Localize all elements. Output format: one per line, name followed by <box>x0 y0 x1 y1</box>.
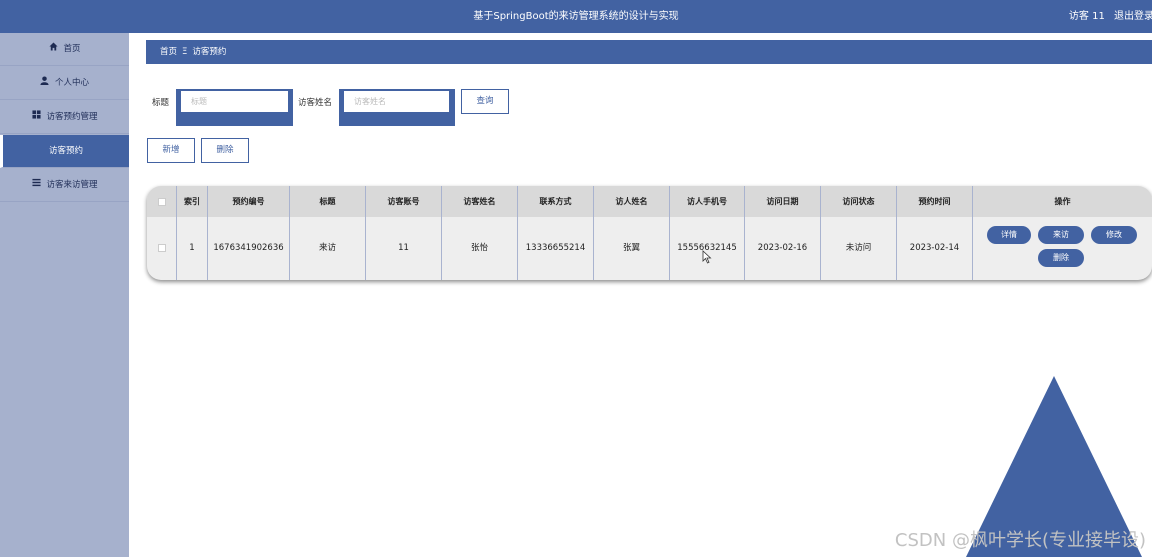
visitor-name-input-frame <box>339 89 455 126</box>
cell-visitor-account: 11 <box>366 217 442 280</box>
cell-index: 1 <box>177 217 208 280</box>
breadcrumb-current: 访客预约 <box>192 47 227 57</box>
sidebar-item-label: 访客来访管理 <box>46 180 98 190</box>
cell-booking-no: 1676341902636 <box>208 217 290 280</box>
visitor-name-search-label: 访客姓名 <box>298 98 333 108</box>
breadcrumb-home[interactable]: 首页 <box>160 47 177 57</box>
col-header-index: 索引 <box>177 186 208 217</box>
cell-visit-date: 2023-02-16 <box>745 217 821 280</box>
sidebar-item-label: 个人中心 <box>54 78 89 88</box>
title-input-frame <box>176 89 293 126</box>
user-area: 访客 11 退出登录 <box>1063 0 1152 33</box>
list-icon <box>31 169 41 202</box>
sidebar-item-visitor-booking-mgmt[interactable]: 访客预约管理 <box>0 101 129 134</box>
col-header-visit-date: 访问日期 <box>745 186 821 217</box>
grid-icon <box>31 101 41 134</box>
row-delete-button[interactable]: 删除 <box>1038 249 1084 267</box>
visitor-name-search-input[interactable] <box>344 91 449 112</box>
sidebar-item-home[interactable]: 首页 <box>0 33 129 66</box>
sidebar-item-label: 访客预约 <box>48 146 83 156</box>
mouse-cursor-icon <box>702 250 712 264</box>
table-header: 索引 预约编号 标题 访客账号 访客姓名 联系方式 访人姓名 访人手机号 访问日… <box>147 186 1152 217</box>
col-header-booking-no: 预约编号 <box>208 186 290 217</box>
delete-button[interactable]: 删除 <box>201 138 249 163</box>
sidebar: 首页 个人中心 访客预约管理 访客预约 访客来访管理 <box>0 33 129 557</box>
col-header-host-name: 访人姓名 <box>594 186 670 217</box>
logout-link[interactable]: 退出登录 <box>1114 11 1152 22</box>
app-title: 基于SpringBoot的来访管理系统的设计与实现 <box>473 11 679 22</box>
sidebar-item-profile[interactable]: 个人中心 <box>0 67 129 100</box>
col-header-visitor-name: 访客姓名 <box>442 186 518 217</box>
user-name: 访客 11 <box>1068 11 1105 22</box>
col-header-operations: 操作 <box>1054 197 1071 206</box>
edit-button[interactable]: 修改 <box>1091 226 1137 244</box>
visit-button[interactable]: 来访 <box>1038 226 1084 244</box>
watermark-text: CSDN @枫叶学长(专业接毕设) <box>894 530 1146 551</box>
sidebar-item-label: 首页 <box>63 44 81 54</box>
sidebar-item-label: 访客预约管理 <box>46 112 98 122</box>
col-header-visit-status: 访问状态 <box>821 186 897 217</box>
col-header-host-phone: 访人手机号 <box>670 186 745 217</box>
cell-visitor-name: 张怡 <box>442 217 518 280</box>
user-icon <box>40 67 50 100</box>
breadcrumb: 首页 Ξ 访客预约 <box>146 40 1152 64</box>
add-button[interactable]: 新增 <box>147 138 195 163</box>
cell-contact: 13336655214 <box>518 217 594 280</box>
col-header-booking-time: 预约时间 <box>897 186 973 217</box>
cell-title: 来访 <box>290 217 366 280</box>
top-header: 基于SpringBoot的来访管理系统的设计与实现 访客 11 退出登录 <box>0 0 1152 33</box>
col-header-title: 标题 <box>290 186 366 217</box>
row-checkbox[interactable] <box>147 217 177 280</box>
home-icon <box>48 33 58 66</box>
cell-host-phone: 15556632145 <box>670 217 745 280</box>
title-search-input[interactable] <box>181 91 288 112</box>
title-search-label: 标题 <box>152 98 170 108</box>
cell-booking-time: 2023-02-14 <box>897 217 973 280</box>
detail-button[interactable]: 详情 <box>987 226 1031 244</box>
query-button[interactable]: 查询 <box>461 89 509 114</box>
cell-visit-status: 未访问 <box>821 217 897 280</box>
sidebar-item-visitor-booking[interactable]: 访客预约 <box>0 135 129 168</box>
breadcrumb-separator: Ξ <box>182 47 188 57</box>
sidebar-item-visit-mgmt[interactable]: 访客来访管理 <box>0 169 129 202</box>
cell-host-name: 张翼 <box>594 217 670 280</box>
col-header-visitor-account: 访客账号 <box>366 186 442 217</box>
select-all-checkbox[interactable] <box>147 186 177 217</box>
col-header-contact: 联系方式 <box>518 186 594 217</box>
